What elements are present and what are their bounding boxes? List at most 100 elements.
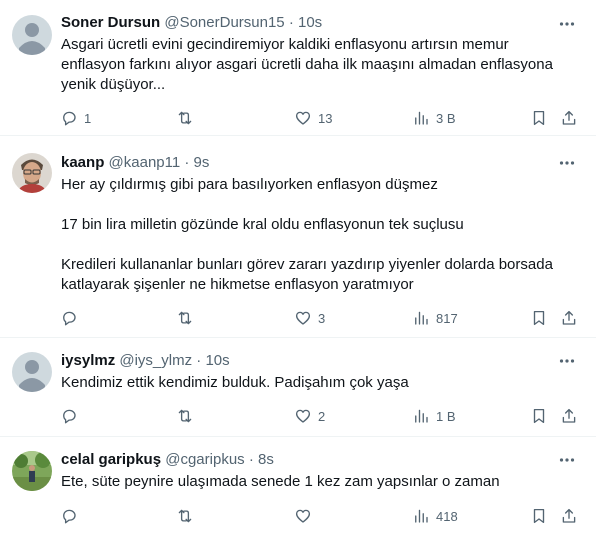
display-name[interactable]: celal garipkuş [61, 451, 161, 468]
bookmark-button[interactable] [530, 405, 548, 427]
views-button[interactable]: 3 B [412, 107, 456, 129]
bookmark-button[interactable] [530, 505, 548, 527]
tweet-text-line: Asgari ücretli evini gecindiremiyor kald… [61, 36, 509, 53]
reply-icon [63, 111, 76, 126]
reply-button[interactable] [60, 307, 84, 329]
user-handle[interactable]: @kaanp11 [109, 154, 181, 171]
views-chart-icon [415, 509, 428, 523]
tweet[interactable]: kaanp @kaanp11 · 9s Her ay çıldırmış gib… [0, 136, 596, 338]
more-horizontal-icon [559, 161, 575, 165]
timestamp[interactable]: 10s [205, 352, 229, 369]
bookmark-icon [533, 508, 545, 524]
retweet-button[interactable] [176, 107, 200, 129]
avatar[interactable] [12, 352, 52, 392]
retweet-icon [178, 311, 192, 325]
display-name[interactable]: iysylmz [61, 352, 115, 369]
more-options-button[interactable] [558, 15, 576, 33]
tweet-text-line: enflasyon farkını alıyor asgari ücretli … [61, 56, 553, 73]
heart-icon [295, 111, 311, 125]
tweet-text-line: yenik düşüyor... [61, 76, 166, 93]
like-count: 2 [318, 408, 326, 424]
tweet-header: Soner Dursun @SonerDursun15 · 10s [61, 13, 546, 33]
share-button[interactable] [560, 307, 578, 329]
tweet-text: Kendimiz ettik kendimiz bulduk. Padişahı… [61, 373, 581, 393]
share-button[interactable] [560, 505, 578, 527]
more-options-button[interactable] [558, 451, 576, 469]
tweet[interactable]: Soner Dursun @SonerDursun15 · 10s Asgari… [0, 0, 596, 136]
bookmark-button[interactable] [530, 307, 548, 329]
tweet-actions: 3 817 [50, 307, 590, 329]
view-count: 817 [436, 310, 458, 326]
display-name[interactable]: kaanp [61, 154, 104, 171]
more-horizontal-icon [559, 458, 575, 462]
tweet-header: kaanp @kaanp11 · 9s [61, 153, 546, 173]
separator-dot: · [196, 352, 202, 369]
views-chart-icon [415, 409, 428, 423]
view-count: 3 B [436, 110, 456, 126]
views-button[interactable]: 418 [412, 505, 458, 527]
retweet-icon [178, 409, 192, 423]
views-button[interactable]: 1 B [412, 405, 456, 427]
like-button[interactable]: 3 [294, 307, 325, 329]
user-handle[interactable]: @SonerDursun15 [164, 14, 284, 31]
reply-icon [63, 409, 76, 424]
tweet-text-line: 17 bin lira milletin gözünde kral oldu e… [61, 216, 464, 233]
heart-icon [295, 509, 311, 523]
share-icon [562, 110, 576, 125]
tweet-text-line: Ete, süte peynire ulaşımada senede 1 kez… [61, 473, 500, 490]
tweet-text-line: Kredileri kullananlar bunları görev zara… [61, 256, 553, 273]
timestamp[interactable]: 9s [194, 154, 210, 171]
more-options-button[interactable] [558, 352, 576, 370]
timestamp[interactable]: 10s [298, 14, 322, 31]
share-icon [562, 310, 576, 325]
reply-button[interactable] [60, 505, 84, 527]
share-button[interactable] [560, 107, 578, 129]
tweet-actions: 2 1 B [50, 405, 590, 427]
tweet-text: Ete, süte peynire ulaşımada senede 1 kez… [61, 472, 581, 492]
bookmark-icon [533, 408, 545, 424]
share-button[interactable] [560, 405, 578, 427]
avatar[interactable] [12, 15, 52, 55]
like-button[interactable]: 13 [294, 107, 332, 129]
like-button[interactable] [294, 505, 318, 527]
more-options-button[interactable] [558, 154, 576, 172]
views-chart-icon [415, 111, 428, 125]
tweet[interactable]: iysylmz @iys_ylmz · 10s Kendimiz ettik k… [0, 338, 596, 437]
tweet-actions: 418 [50, 505, 590, 527]
tweet-text-line: Kendimiz ettik kendimiz bulduk. Padişahı… [61, 374, 409, 391]
views-chart-icon [415, 311, 428, 325]
avatar[interactable] [12, 451, 52, 491]
user-handle[interactable]: @cgaripkus [165, 451, 244, 468]
reply-button[interactable] [60, 405, 84, 427]
display-name[interactable]: Soner Dursun [61, 14, 160, 31]
user-handle[interactable]: @iys_ylmz [119, 352, 192, 369]
bookmark-button[interactable] [530, 107, 548, 129]
tweet-text-line: katlayarak şişenler ne hikmetse enflasyo… [61, 276, 414, 293]
retweet-button[interactable] [176, 405, 200, 427]
separator-dot: · [288, 14, 294, 31]
tweet-text: Her ay çıldırmış gibi para basılıyorken … [61, 175, 581, 295]
heart-icon [295, 311, 311, 325]
retweet-icon [178, 509, 192, 523]
timestamp[interactable]: 8s [258, 451, 274, 468]
share-icon [562, 508, 576, 523]
heart-icon [295, 409, 311, 423]
tweet-text: Asgari ücretli evini gecindiremiyor kald… [61, 35, 581, 95]
like-button[interactable]: 2 [294, 405, 325, 427]
avatar[interactable] [12, 153, 52, 193]
retweet-icon [178, 111, 192, 125]
tweet-text-line: Her ay çıldırmış gibi para basılıyorken … [61, 176, 438, 193]
like-count: 13 [318, 110, 333, 126]
view-count: 418 [436, 508, 458, 524]
reply-icon [63, 311, 76, 326]
bookmark-icon [533, 110, 545, 126]
retweet-button[interactable] [176, 307, 200, 329]
tweet[interactable]: celal garipkuş @cgaripkus · 8s Ete, süte… [0, 437, 596, 536]
share-icon [562, 408, 576, 423]
reply-icon [63, 509, 76, 524]
tweet-text-line [61, 195, 581, 215]
more-horizontal-icon [559, 359, 575, 363]
retweet-button[interactable] [176, 505, 200, 527]
views-button[interactable]: 817 [412, 307, 458, 329]
reply-button[interactable]: 1 [60, 107, 91, 129]
